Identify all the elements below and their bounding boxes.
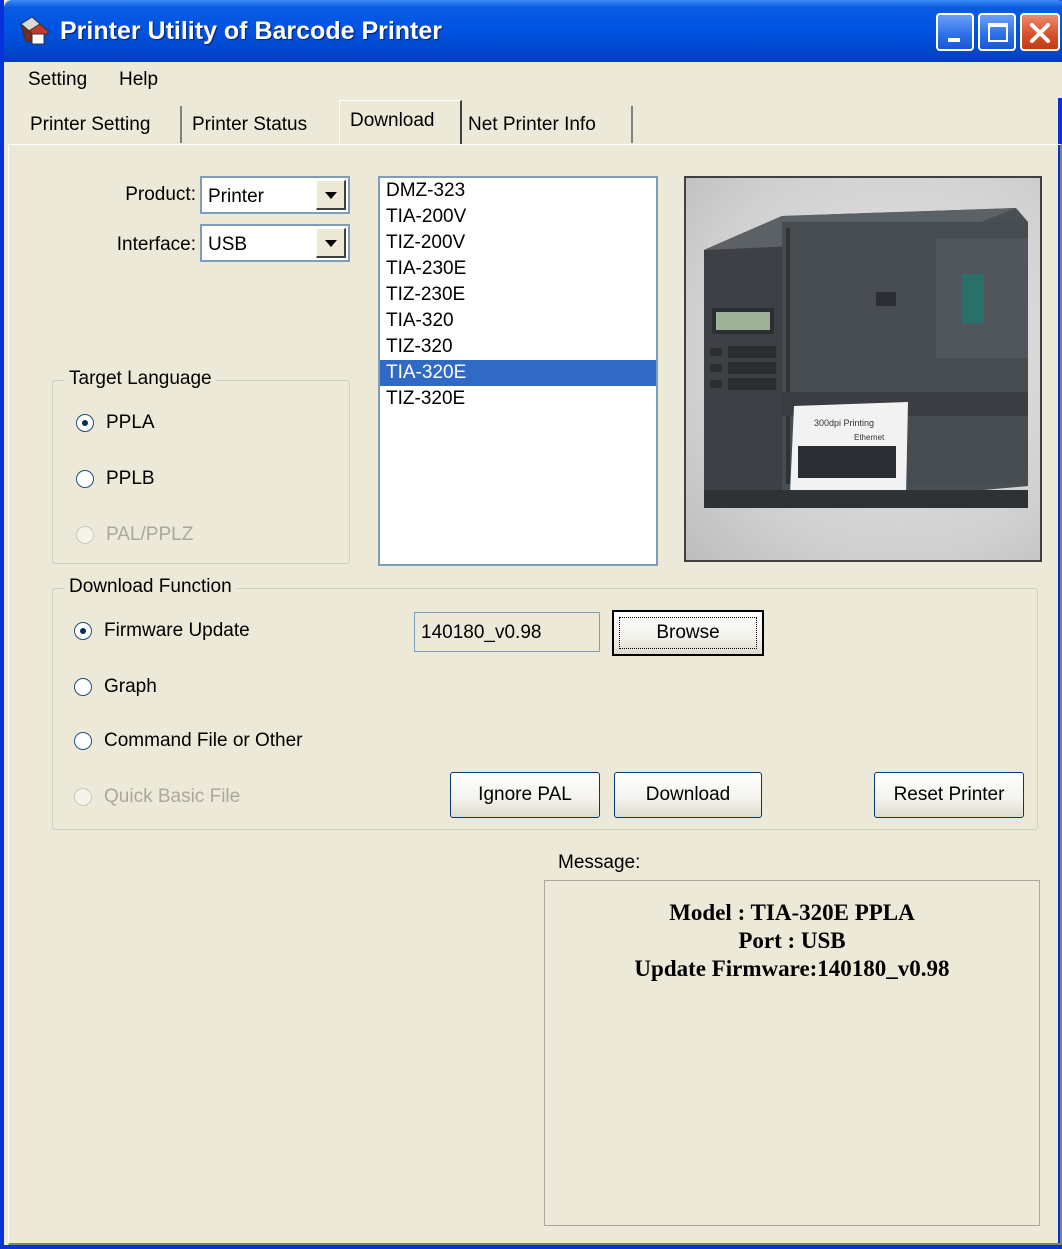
model-list-item[interactable]: TIZ-320E [380,386,656,412]
interface-select-value: USB [208,234,248,255]
tab-printer-status[interactable]: Printer Status [192,106,329,143]
download-button-label: Download [645,784,731,805]
menu-setting[interactable]: Setting [28,69,87,91]
radio-graph-label: Graph [104,676,157,697]
ignore-pal-button[interactable]: Ignore PAL [450,772,600,818]
radio-quick-basic-file-label: Quick Basic File [104,786,241,807]
reset-printer-button[interactable]: Reset Printer [874,772,1024,818]
maximize-icon [988,23,1008,42]
target-language-group: Target Language [52,368,350,564]
firmware-file-value: 140180_v0.98 [421,622,542,643]
tab-download[interactable]: Download [339,100,462,144]
model-list-item[interactable]: TIA-230E [380,256,656,282]
model-list-item[interactable]: TIA-200V [380,204,656,230]
browse-button[interactable]: Browse [612,610,764,656]
minimize-icon [948,38,960,42]
product-dropdown-button[interactable] [316,180,346,210]
reset-printer-label: Reset Printer [893,784,1005,805]
interface-dropdown-button[interactable] [316,228,346,258]
radio-pplb-label: PPLB [106,468,155,489]
radio-graph-circle[interactable] [74,678,92,696]
target-language-title: Target Language [65,368,216,390]
chevron-down-icon [325,240,337,247]
radio-pal-pplz-label: PAL/PPLZ [106,524,194,545]
message-line-port: Port : USB [738,928,846,953]
interface-select[interactable]: USB [200,224,350,262]
model-list-item[interactable]: TIA-320 [380,308,656,334]
product-select-value: Printer [208,186,264,207]
interface-label: Interface: [116,234,196,255]
radio-ppla-label: PPLA [106,412,155,433]
message-line-model: Model : TIA-320E PPLA [669,900,915,925]
printer-illustration: 300dpi Printing Ethernet [704,208,1028,508]
radio-firmware-update-circle[interactable] [74,622,92,640]
main-window: Printer Utility of Barcode Printer Setti… [0,0,1062,1249]
radio-command-file-circle[interactable] [74,732,92,750]
minimize-button[interactable] [936,13,974,51]
tab-net-printer-info[interactable]: Net Printer Info [468,106,633,143]
close-icon [1030,23,1050,43]
model-list-item-selected[interactable]: TIA-320E [380,360,656,386]
radio-quick-basic-file-circle [74,788,92,806]
message-label: Message: [558,852,641,873]
tab-strip: Printer Setting Printer Status Download … [8,98,1062,144]
radio-pplb-circle[interactable] [76,470,94,488]
menu-bar: Setting Help [8,62,1062,98]
svg-text:Ethernet: Ethernet [854,433,885,442]
barcode-printer-app-icon [20,16,50,45]
close-button[interactable] [1020,13,1060,51]
radio-ppla-circle[interactable] [76,414,94,432]
model-list-item[interactable]: TIZ-200V [380,230,656,256]
radio-firmware-update-label: Firmware Update [104,620,250,641]
model-list-item[interactable]: TIZ-230E [380,282,656,308]
title-bar[interactable]: Printer Utility of Barcode Printer [4,0,1062,62]
printer-image: 300dpi Printing Ethernet [684,176,1042,562]
radio-pal-pplz-circle [76,526,94,544]
radio-command-file-label: Command File or Other [104,730,303,751]
message-line-firmware: Update Firmware:140180_v0.98 [634,956,950,981]
chevron-down-icon [325,192,337,199]
download-button[interactable]: Download [614,772,762,818]
ignore-pal-label: Ignore PAL [478,784,572,805]
product-select[interactable]: Printer [200,176,350,214]
window-title: Printer Utility of Barcode Printer [60,17,443,45]
model-list-item[interactable]: DMZ-323 [380,178,656,204]
svg-text:300dpi Printing: 300dpi Printing [814,418,874,428]
firmware-file-field[interactable]: 140180_v0.98 [414,612,600,652]
browse-button-label: Browse [656,622,720,643]
tab-printer-setting[interactable]: Printer Setting [30,106,182,143]
product-label: Product: [125,184,196,205]
model-listbox[interactable]: DMZ-323 TIA-200V TIZ-200V TIA-230E TIZ-2… [378,176,658,566]
message-box: Model : TIA-320E PPLA Port : USB Update … [544,880,1040,1226]
download-function-title: Download Function [65,576,236,598]
model-list-item[interactable]: TIZ-320 [380,334,656,360]
menu-help[interactable]: Help [119,69,158,91]
maximize-button[interactable] [978,13,1016,51]
